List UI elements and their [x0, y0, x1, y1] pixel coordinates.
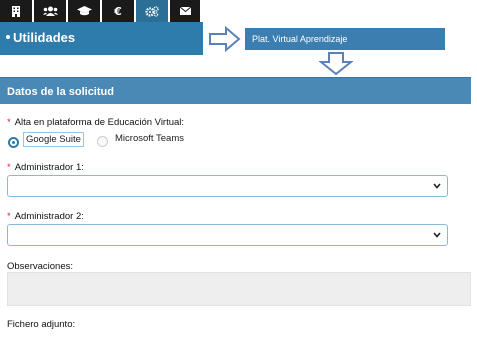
attachment-label: Fichero adjunto: — [7, 319, 76, 330]
observations-label: Observaciones: — [7, 261, 74, 272]
graduation-cap-icon — [76, 6, 92, 16]
cogs-icon — [145, 5, 159, 17]
option-microsoft-teams-label[interactable]: Microsoft Teams — [115, 133, 184, 144]
required-marker: * — [7, 162, 11, 173]
admin1-label-text: Administrador 1: — [14, 162, 84, 173]
section-header: Datos de la solicitud — [0, 77, 471, 104]
admin2-select[interactable] — [7, 224, 448, 246]
admin2-label-text: Administrador 2: — [14, 211, 84, 222]
admin1-label: * Administrador 1: — [7, 162, 84, 173]
tab-graduation[interactable] — [68, 0, 100, 22]
radio-google-suite[interactable] — [8, 137, 19, 148]
utilities-title: Utilidades — [13, 30, 76, 45]
required-marker: * — [7, 211, 11, 222]
euro-icon: € — [114, 4, 122, 18]
chevron-down-icon — [433, 183, 441, 189]
arrow-right-icon — [209, 26, 241, 52]
utilities-header: Utilidades — [0, 22, 203, 55]
arrow-down-icon — [319, 52, 353, 76]
radio-microsoft-teams[interactable] — [97, 136, 108, 147]
top-tab-bar: € — [0, 0, 200, 22]
envelope-icon — [179, 7, 191, 15]
tab-users[interactable] — [34, 0, 66, 22]
admin1-select[interactable] — [7, 175, 448, 197]
platform-annotation-box: Plat. Virtual Aprendizaje — [245, 28, 445, 50]
tab-mail[interactable] — [170, 0, 200, 22]
bullet-icon — [6, 34, 10, 39]
required-marker: * — [7, 117, 11, 128]
observations-textarea[interactable] — [7, 272, 471, 306]
users-icon — [42, 6, 58, 16]
tab-building[interactable] — [0, 0, 32, 22]
platform-label: * Alta en plataforma de Educación Virtual… — [7, 117, 184, 128]
tab-cogs[interactable] — [136, 0, 168, 22]
building-icon — [12, 5, 20, 17]
platform-label-text: Alta en plataforma de Educación Virtual: — [14, 117, 185, 128]
option-google-suite-label[interactable]: Google Suite — [23, 132, 84, 147]
tab-euro[interactable]: € — [102, 0, 134, 22]
chevron-down-icon — [433, 232, 441, 238]
admin2-label: * Administrador 2: — [7, 211, 84, 222]
